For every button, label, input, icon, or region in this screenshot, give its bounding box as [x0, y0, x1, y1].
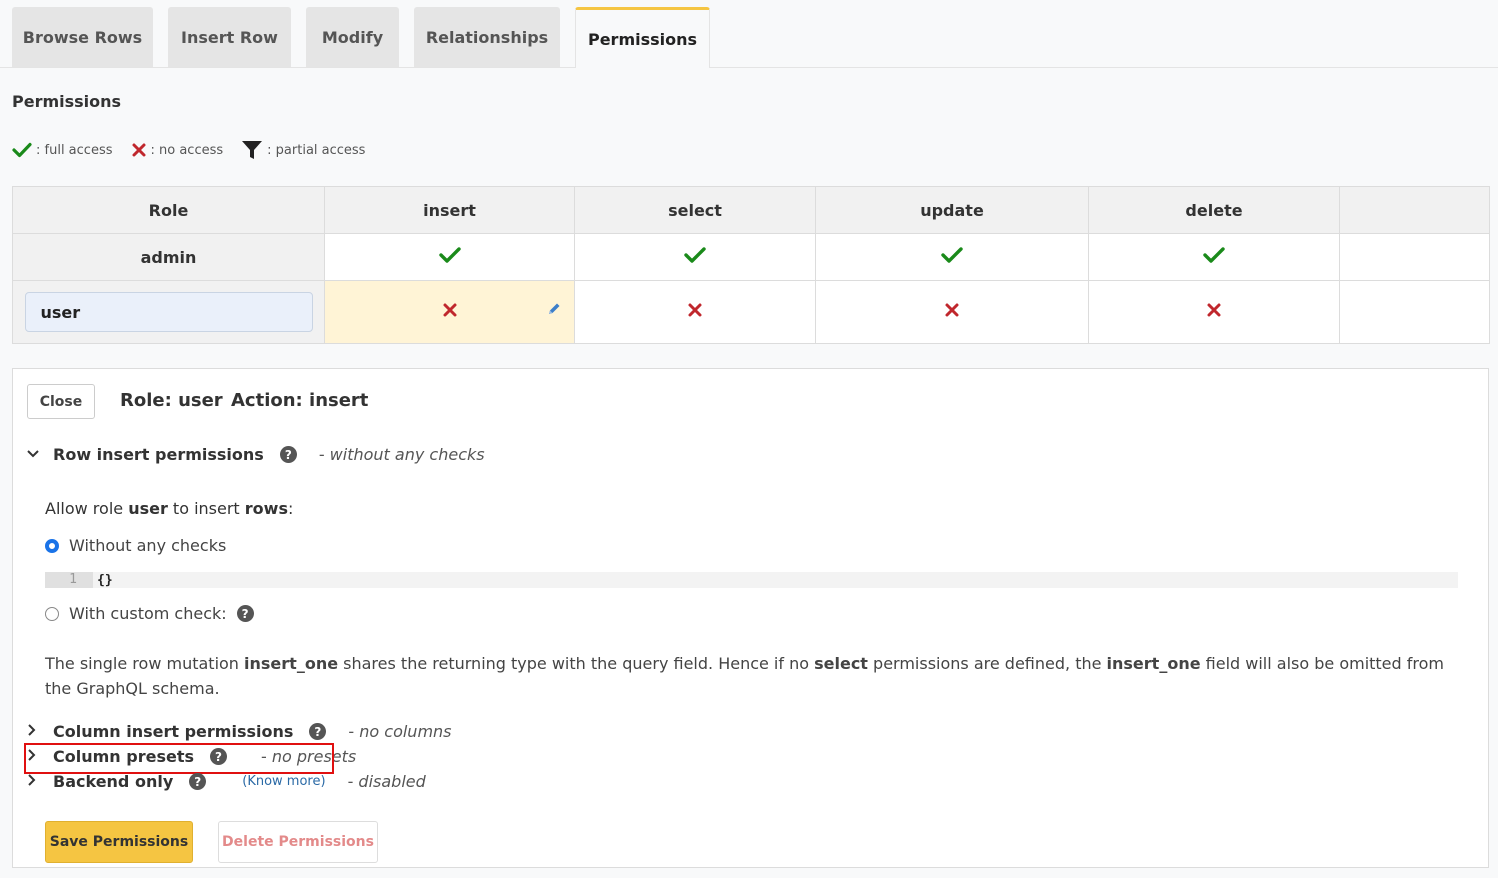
- table-row: user: [12, 280, 1490, 344]
- save-permissions-button[interactable]: Save Permissions: [45, 821, 193, 863]
- close-button[interactable]: Close: [27, 384, 95, 419]
- chevron-down-icon: [27, 447, 43, 463]
- radio-button[interactable]: [45, 606, 59, 621]
- check-icon: [1203, 247, 1225, 263]
- perm-cell-admin-update[interactable]: [815, 233, 1089, 281]
- check-icon: [941, 247, 963, 263]
- question-icon[interactable]: ?: [309, 723, 327, 740]
- cross-icon: [945, 303, 959, 317]
- column-presets-highlight: [24, 743, 334, 774]
- perm-cell-admin-insert[interactable]: [324, 233, 575, 281]
- tab-relationships[interactable]: Relationships: [414, 7, 560, 67]
- cross-icon: [1207, 303, 1221, 317]
- chevron-right-icon: [27, 723, 43, 740]
- cross-icon: [688, 303, 702, 317]
- line-number: 1: [45, 572, 93, 588]
- legend-full-label: : full access: [36, 142, 113, 158]
- radio-without-label: Without any checks: [69, 536, 227, 555]
- legend-partial-access: : partial access: [241, 140, 365, 160]
- perm-cell-admin-delete[interactable]: [1088, 233, 1340, 281]
- backend-only-status: - disabled: [347, 772, 426, 791]
- code-editor[interactable]: 1 {}: [45, 572, 1458, 588]
- legend-partial-label: : partial access: [267, 142, 366, 158]
- header-empty: [1339, 186, 1490, 234]
- section-title: Permissions: [12, 92, 122, 111]
- cross-icon: [132, 143, 145, 157]
- header-delete: delete: [1088, 186, 1340, 234]
- filter-icon: [242, 141, 263, 159]
- backend-only-title: Backend only: [53, 772, 174, 791]
- cross-icon: [443, 303, 456, 317]
- check-icon: [438, 247, 461, 263]
- perm-cell-admin-select[interactable]: [574, 233, 816, 281]
- tab-bar: Browse Rows Insert Row Modify Relationsh…: [0, 0, 1498, 68]
- column-insert-status: - no columns: [348, 722, 452, 741]
- permissions-table: Role insert select update delete admin u…: [12, 186, 1490, 344]
- delete-permissions-button[interactable]: Delete Permissions: [218, 821, 378, 863]
- radio-without-checks[interactable]: Without any checks: [45, 536, 226, 555]
- insert-one-note: The single row mutation insert_one share…: [45, 654, 1444, 698]
- backend-only-toggle[interactable]: Backend only ? (Know more) - disabled: [27, 772, 426, 791]
- row-insert-status: - without any checks: [318, 445, 485, 464]
- permission-legend: : full access : no access : partial acce…: [12, 140, 383, 160]
- legend-no-access: : no access: [131, 142, 224, 158]
- check-icon: [684, 247, 706, 263]
- perm-cell-user-select[interactable]: [574, 280, 816, 344]
- question-icon[interactable]: ?: [279, 446, 297, 463]
- perm-cell-user-delete[interactable]: [1088, 280, 1340, 344]
- column-insert-title: Column insert permissions: [53, 722, 294, 741]
- header-insert: insert: [324, 186, 575, 234]
- legend-full-access: : full access: [12, 142, 113, 158]
- row-insert-permissions-toggle[interactable]: Row insert permissions ? - without any c…: [27, 445, 485, 464]
- code-content: {}: [97, 572, 113, 588]
- tab-permissions[interactable]: Permissions: [575, 7, 710, 68]
- role-name-input[interactable]: user: [24, 292, 313, 332]
- table-row: admin: [12, 233, 1490, 281]
- question-icon[interactable]: ?: [189, 773, 207, 790]
- radio-custom-check[interactable]: With custom check: ?: [45, 604, 254, 623]
- chevron-right-icon: [27, 773, 43, 790]
- tab-browse-rows[interactable]: Browse Rows: [12, 7, 153, 67]
- header-update: update: [815, 186, 1089, 234]
- header-role: Role: [12, 186, 325, 234]
- tab-insert-row[interactable]: Insert Row: [168, 7, 291, 67]
- perm-cell-admin-empty: [1339, 233, 1490, 281]
- row-insert-title: Row insert permissions: [53, 445, 264, 464]
- permission-edit-panel: Close Role: user Action: insert Row inse…: [12, 368, 1489, 868]
- perm-cell-user-empty: [1339, 280, 1490, 344]
- header-select: select: [574, 186, 816, 234]
- perm-cell-user-insert[interactable]: [324, 280, 575, 344]
- check-icon: [12, 142, 32, 158]
- know-more-link[interactable]: (Know more): [242, 774, 325, 789]
- role-cell-admin: admin: [12, 233, 325, 281]
- radio-button[interactable]: [45, 538, 59, 553]
- perm-cell-user-update[interactable]: [815, 280, 1089, 344]
- pencil-icon[interactable]: [546, 301, 562, 317]
- question-icon[interactable]: ?: [236, 605, 254, 622]
- radio-custom-label: With custom check:: [69, 604, 227, 623]
- legend-none-label: : no access: [150, 142, 224, 158]
- role-cell-user: user: [12, 280, 325, 344]
- panel-role-label: Role: user: [120, 390, 223, 411]
- tab-modify[interactable]: Modify: [306, 7, 399, 67]
- column-insert-permissions-toggle[interactable]: Column insert permissions ? - no columns: [27, 722, 452, 741]
- allow-role-text: Allow role user to insert rows:: [45, 499, 294, 518]
- panel-action-label: Action: insert: [231, 390, 369, 411]
